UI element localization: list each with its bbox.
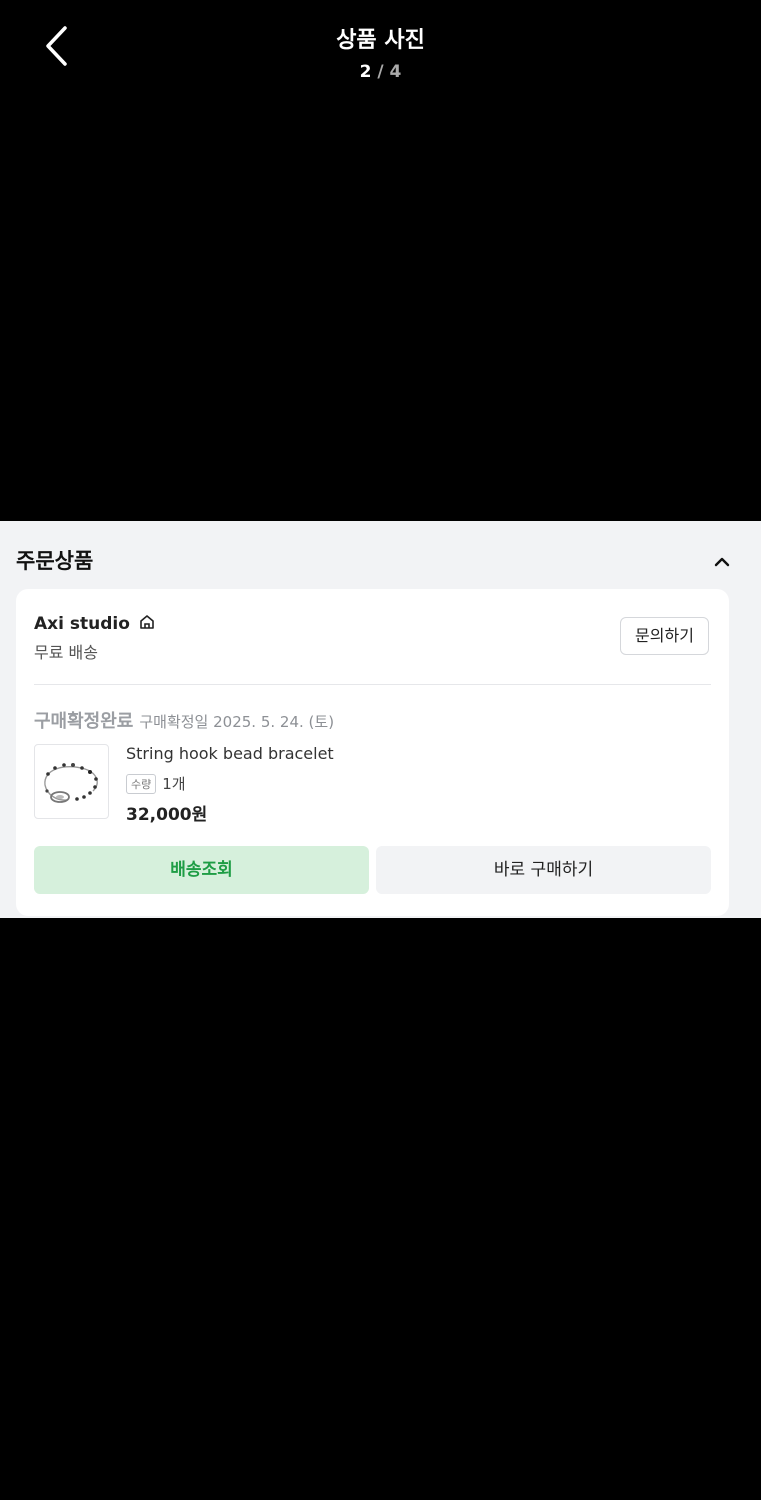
- photo-counter: 2 / 4: [0, 62, 761, 82]
- product-name[interactable]: String hook bead bracelet: [126, 744, 334, 763]
- top-bar: 상품 사진 2 / 4: [0, 0, 761, 100]
- collapse-button[interactable]: [708, 551, 736, 571]
- quantity-value: 1개: [162, 775, 186, 793]
- quantity-badge: 수량: [126, 774, 157, 794]
- buy-now-button[interactable]: 바로 구매하기: [376, 846, 711, 894]
- divider: [34, 684, 711, 685]
- photo-counter-separator: /: [377, 62, 384, 82]
- shop-name-link[interactable]: Axi studio: [34, 613, 156, 634]
- order-product-panel: 주문상품 Axi studio 무료 배송 문의하기 구매확정완료 구매확정일 2…: [0, 521, 761, 918]
- track-delivery-button[interactable]: 배송조회: [34, 846, 369, 894]
- order-panel-heading: 주문상품: [16, 549, 94, 573]
- photo-counter-total: 4: [389, 62, 402, 82]
- page-title: 상품 사진: [336, 28, 425, 53]
- chevron-up-icon: [714, 557, 730, 567]
- quantity-row: 수량 1개: [126, 773, 186, 794]
- status-label: 구매확정완료: [34, 711, 134, 732]
- shipping-info: 무료 배송: [34, 643, 98, 662]
- order-card: Axi studio 무료 배송 문의하기 구매확정완료 구매확정일 2025. …: [16, 589, 729, 916]
- product-thumbnail[interactable]: [34, 744, 109, 819]
- home-icon: [140, 615, 154, 629]
- shop-name: Axi studio: [34, 614, 130, 634]
- inquiry-button[interactable]: 문의하기: [620, 617, 709, 655]
- product-price: 32,000원: [126, 805, 208, 825]
- confirm-date: 구매확정일 2025. 5. 24. (토): [139, 713, 335, 731]
- bracelet-image: [44, 763, 98, 803]
- photo-counter-current: 2: [359, 62, 372, 82]
- order-status: 구매확정완료 구매확정일 2025. 5. 24. (토): [34, 707, 334, 733]
